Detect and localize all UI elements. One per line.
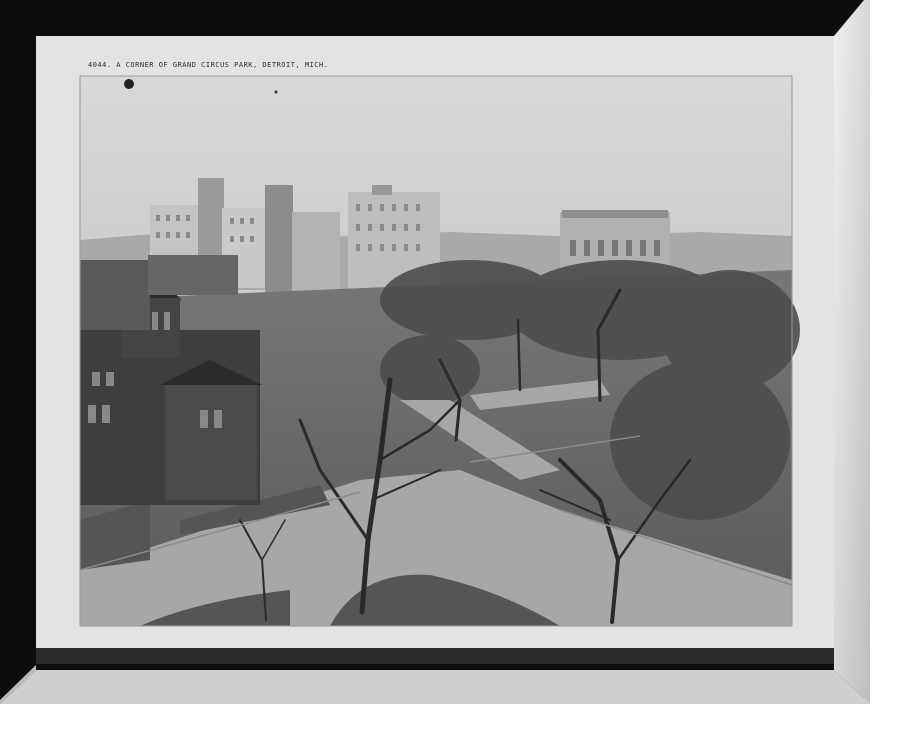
picture-frame [0, 0, 870, 704]
print-blemish [124, 79, 134, 89]
photo-image [79, 76, 800, 626]
photo-caption: 4044. A CORNER OF GRAND CIRCUS PARK, DET… [88, 61, 329, 69]
frame-inner-shadow [36, 648, 834, 664]
print-blemish [274, 90, 278, 94]
framed-photograph [0, 0, 870, 704]
victorian-house [80, 255, 262, 505]
